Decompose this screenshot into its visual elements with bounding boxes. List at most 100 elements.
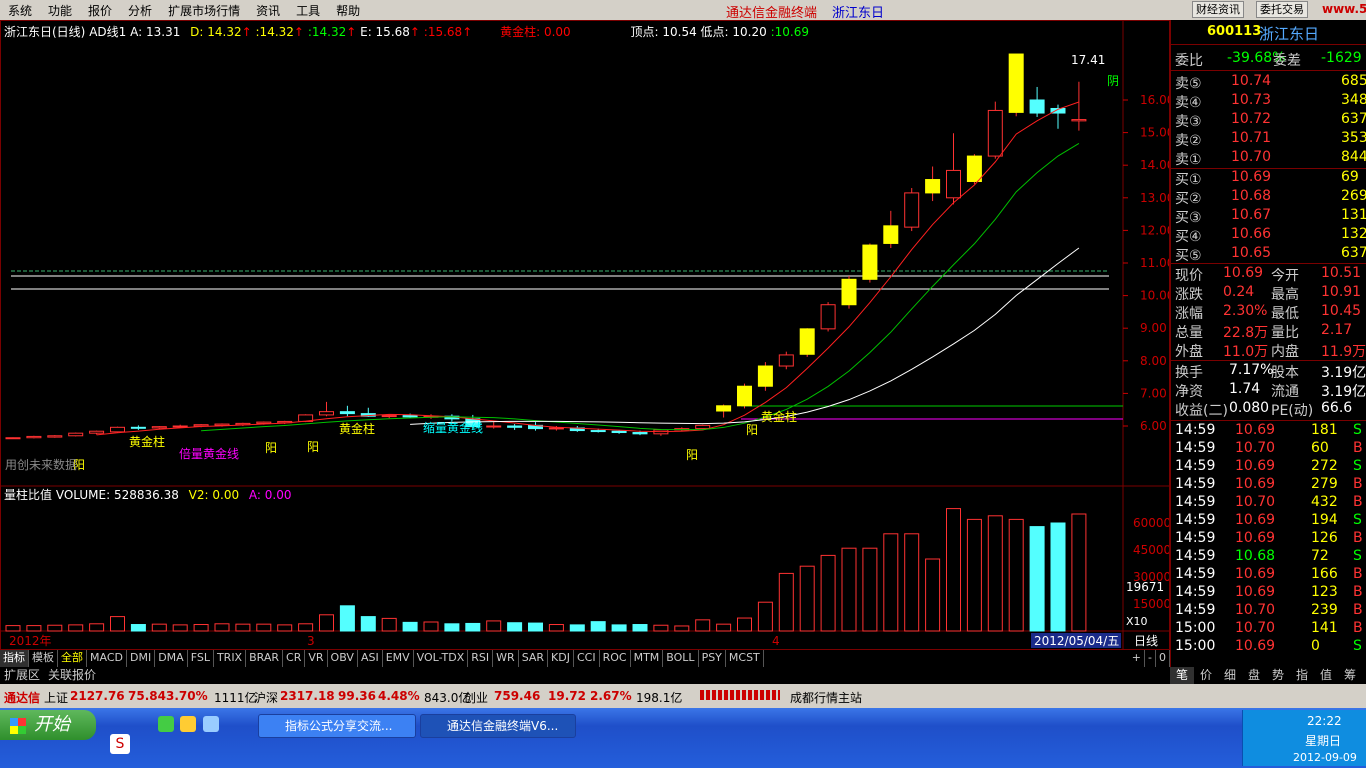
right-tab[interactable]: 指 — [1290, 667, 1314, 684]
sell-row: 卖④ 10.73 348 — [1171, 92, 1366, 111]
indicator-tab[interactable]: PSY — [699, 650, 726, 667]
menu-item-5[interactable]: 资讯 — [248, 2, 288, 19]
quote-cell: 最低 — [1271, 306, 1299, 322]
quote-cell: 194 — [1311, 512, 1338, 528]
indicator-tab[interactable]: ASI — [358, 650, 383, 667]
sep — [1171, 70, 1366, 71]
indicator-tab[interactable]: BRAR — [246, 650, 284, 667]
quote-cell: 637 — [1341, 111, 1366, 127]
right-tab[interactable]: 笔 — [1170, 667, 1194, 684]
quote-cell: 内盘 — [1271, 344, 1299, 360]
right-tab[interactable]: 势 — [1266, 667, 1290, 684]
quote-cell: B — [1353, 440, 1363, 456]
indicator-tab[interactable]: MACD — [87, 650, 127, 667]
tab-controls: + -0 — [1129, 650, 1170, 667]
quote-cell: 2.30% — [1223, 303, 1268, 319]
quote-cell: 14:59 — [1175, 566, 1216, 582]
candle-body — [695, 424, 711, 430]
market-bars-icon — [700, 690, 780, 700]
candle-body — [110, 426, 125, 433]
indicator-tab[interactable]: MCST — [726, 650, 764, 667]
tab-control-button[interactable]: + — [1129, 650, 1146, 667]
trade-button[interactable]: 委托交易 — [1256, 1, 1308, 18]
indicator-tab[interactable]: VR — [305, 650, 328, 667]
indicator-tab[interactable]: RSI — [468, 650, 494, 667]
indicator-tab[interactable]: TRIX — [214, 650, 247, 667]
status-sh-label: 上证 — [44, 691, 69, 705]
candle — [319, 401, 334, 417]
menu-item-4[interactable]: 扩展市场行情 — [160, 2, 248, 19]
status-sh-change: 75.84 — [128, 689, 166, 703]
kline-chart[interactable]: 16.00 15.00 14.00 13.00 12.00 11.00 10.00 9.00 8… — [1, 21, 1169, 649]
indicator-tab[interactable]: 模板 — [29, 650, 58, 667]
menu-item-1[interactable]: 功能 — [40, 2, 80, 19]
volume-bar — [799, 565, 815, 632]
quote-cell: 15:00 — [1175, 620, 1216, 636]
indicator-tab[interactable]: VOL-TDX — [414, 650, 469, 667]
menu-item-7[interactable]: 帮助 — [328, 2, 368, 19]
quote-cell: B — [1353, 476, 1363, 492]
quote-cell: 239 — [1311, 602, 1338, 618]
date-badge: 2012/05/04/五 — [1034, 634, 1119, 648]
volume-bar — [778, 572, 794, 632]
app-icon[interactable]: S — [110, 734, 130, 754]
candle-body — [507, 425, 523, 428]
right-tab[interactable]: 细 — [1218, 667, 1242, 684]
indicator-tab[interactable]: FSL — [188, 650, 214, 667]
extra-tabs: 扩展区 关联报价 — [0, 667, 1170, 684]
kline-panel[interactable]: 16.00 15.00 14.00 13.00 12.00 11.00 10.00 9.00 8… — [0, 20, 1170, 650]
right-tab[interactable]: 值 — [1314, 667, 1338, 684]
indicator-tab[interactable]: OBV — [328, 650, 358, 667]
menu-item-2[interactable]: 报价 — [80, 2, 120, 19]
volume-bar — [110, 616, 125, 632]
menu-item-0[interactable]: 系统 — [0, 2, 40, 19]
indicator-tab[interactable]: ROC — [600, 650, 631, 667]
indicator-tab[interactable]: WR — [493, 650, 519, 667]
news-button[interactable]: 财经资讯 — [1192, 1, 1244, 18]
indicator-tab[interactable]: MTM — [631, 650, 664, 667]
candle-body — [381, 415, 397, 418]
indicator-tab[interactable]: DMI — [127, 650, 156, 667]
indicator-tab[interactable]: 全部 — [58, 650, 87, 667]
buy-row: 买⑤ 10.65 637 — [1171, 245, 1366, 264]
chart-annotation: 阳 — [686, 448, 698, 462]
chart-annotation: 倍量黄金线 — [179, 446, 239, 461]
indicator-tab[interactable]: CR — [283, 650, 306, 667]
quicklaunch-2-icon[interactable] — [180, 716, 196, 732]
quote-cell: 123 — [1311, 584, 1338, 600]
info-ind: AD线1 — [89, 25, 127, 39]
tab-control-button[interactable]: 0 — [1156, 650, 1170, 667]
right-tab[interactable]: 筹 — [1338, 667, 1362, 684]
tick-row: 14:59 10.69 272 S — [1171, 458, 1366, 477]
taskbar-item-forum[interactable]: 指标公式分享交流... — [258, 714, 416, 738]
indicator-tab[interactable]: DMA — [155, 650, 188, 667]
quote-cell: 10.66 — [1231, 226, 1272, 242]
quicklaunch-1-icon[interactable] — [158, 716, 174, 732]
indicator-tab[interactable]: EMV — [383, 650, 414, 667]
indicator-tab[interactable]: SAR — [519, 650, 549, 667]
right-tab[interactable]: 盘 — [1242, 667, 1266, 684]
candle-body — [89, 430, 105, 434]
menu-item-3[interactable]: 分析 — [120, 2, 160, 19]
status-hs-value: 2317.18 — [280, 689, 335, 703]
chart-annotation: 缩量黄金线 — [423, 420, 483, 435]
indicator-tab[interactable]: 指标 — [0, 650, 29, 667]
right-tab[interactable]: 价 — [1194, 667, 1218, 684]
chart-annotation: 黄金柱 — [129, 434, 165, 449]
indicator-tab[interactable]: CCI — [574, 650, 600, 667]
candle — [946, 133, 961, 205]
volume-bar — [862, 547, 878, 632]
menu-item-6[interactable]: 工具 — [288, 2, 328, 19]
tab-control-button[interactable]: - — [1145, 650, 1156, 667]
volume-bar — [632, 624, 648, 632]
extra-tab[interactable]: 扩展区 — [0, 667, 44, 684]
taskbar-item-tdx[interactable]: 通达信金融终端V6... — [420, 714, 576, 738]
indicator-tab[interactable]: BOLL — [663, 650, 699, 667]
candle — [757, 362, 773, 391]
extra-tab[interactable]: 关联报价 — [44, 667, 100, 684]
indicator-tab[interactable]: KDJ — [548, 650, 574, 667]
quote-cell: 净资 — [1175, 384, 1203, 400]
volume-bar — [528, 622, 543, 632]
price-tick-label: 9.00 — [1140, 321, 1167, 335]
quicklaunch-3-icon[interactable] — [203, 716, 219, 732]
